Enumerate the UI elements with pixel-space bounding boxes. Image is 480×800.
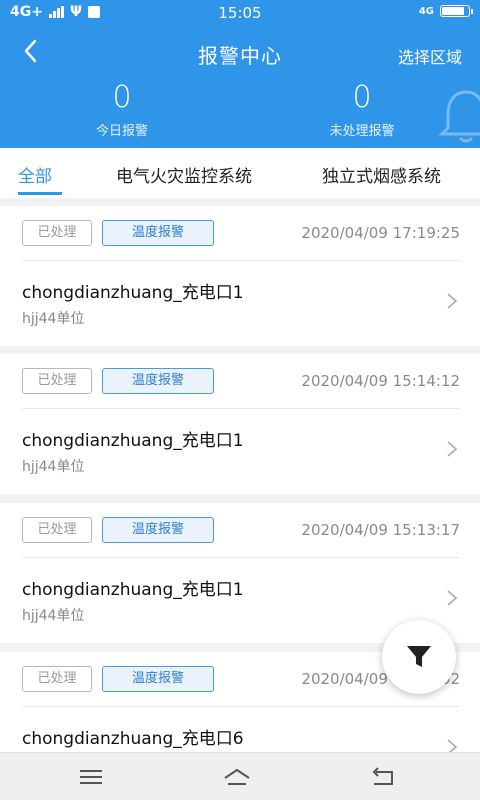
status-badge: 已处理 [22, 666, 92, 692]
back-nav-icon[interactable] [368, 765, 398, 789]
status-right: 4G [418, 5, 473, 17]
divider [22, 408, 460, 409]
status-badge: 已处理 [22, 517, 92, 543]
alarm-type-badge: 温度报警 [102, 517, 214, 543]
status-time: 15:05 [218, 4, 262, 22]
device-name: chongdianzhuang_充电口6 [22, 729, 244, 749]
select-area-button[interactable]: 选择区域 [398, 44, 462, 68]
bell-icon [438, 90, 480, 143]
chevron-right-icon [447, 590, 458, 606]
device-name: chongdianzhuang_充电口1 [22, 431, 244, 451]
alarm-time: 2020/04/09 15:14:12 [301, 372, 460, 390]
unit-name: hjj44单位 [22, 311, 85, 327]
filter-icon [407, 646, 431, 667]
network-type-right: 4G [418, 5, 434, 17]
alarm-card-header: 已处理 温度报警 2020/04/09 15:14:12 [22, 368, 460, 396]
pending-alarms-count: 0 [352, 80, 372, 115]
status-badge: 已处理 [22, 220, 92, 246]
filter-button[interactable] [382, 620, 456, 694]
status-bar: 4G+ Ψ 15:05 4G [0, 0, 480, 26]
battery-icon [440, 5, 473, 17]
alarm-type-badge: 温度报警 [102, 666, 214, 692]
tab-electrical-fire[interactable]: 电气火灾监控系统 [116, 162, 252, 187]
unit-name: hjj44单位 [22, 608, 85, 624]
menu-icon[interactable] [76, 765, 106, 789]
tab-active-indicator [18, 192, 62, 195]
alarm-card-header: 已处理 温度报警 2020/04/09 17:19:25 [22, 220, 460, 248]
status-badge: 已处理 [22, 368, 92, 394]
tab-smoke-detector[interactable]: 独立式烟感系统 [322, 162, 441, 187]
device-name: chongdianzhuang_充电口1 [22, 283, 244, 303]
chevron-right-icon [447, 441, 458, 457]
divider [22, 557, 460, 558]
alarm-card-header: 已处理 温度报警 2020/04/09 15:13:17 [22, 517, 460, 545]
unit-name: hjj44单位 [22, 459, 85, 475]
alarm-time: 2020/04/09 15:13:17 [301, 521, 460, 539]
system-nav-bar [0, 752, 480, 800]
header: 报警中心 选择区域 0 今日报警 0 未处理报警 [0, 26, 480, 148]
divider [22, 706, 460, 707]
alarm-card[interactable]: 已处理 温度报警 2020/04/09 17:19:25 chongdianzh… [0, 206, 480, 346]
device-name: chongdianzhuang_充电口1 [22, 580, 244, 600]
alarm-time: 2020/04/09 17:19:25 [301, 224, 460, 242]
pending-alarms-label: 未处理报警 [329, 124, 395, 139]
alarm-type-badge: 温度报警 [102, 220, 214, 246]
today-alarms-stat[interactable]: 0 今日报警 [42, 78, 202, 139]
divider [22, 260, 460, 261]
home-icon[interactable] [222, 765, 252, 789]
alarm-card[interactable]: 已处理 温度报警 2020/04/09 15:14:12 chongdianzh… [0, 354, 480, 494]
today-alarms-label: 今日报警 [95, 124, 148, 139]
pending-alarms-stat[interactable]: 0 未处理报警 [282, 78, 442, 139]
tab-all[interactable]: 全部 [18, 162, 52, 187]
chevron-right-icon [447, 293, 458, 309]
alarm-type-badge: 温度报警 [102, 368, 214, 394]
today-alarms-count: 0 [112, 80, 132, 115]
tab-bar: 全部 电气火灾监控系统 独立式烟感系统 [0, 148, 480, 198]
